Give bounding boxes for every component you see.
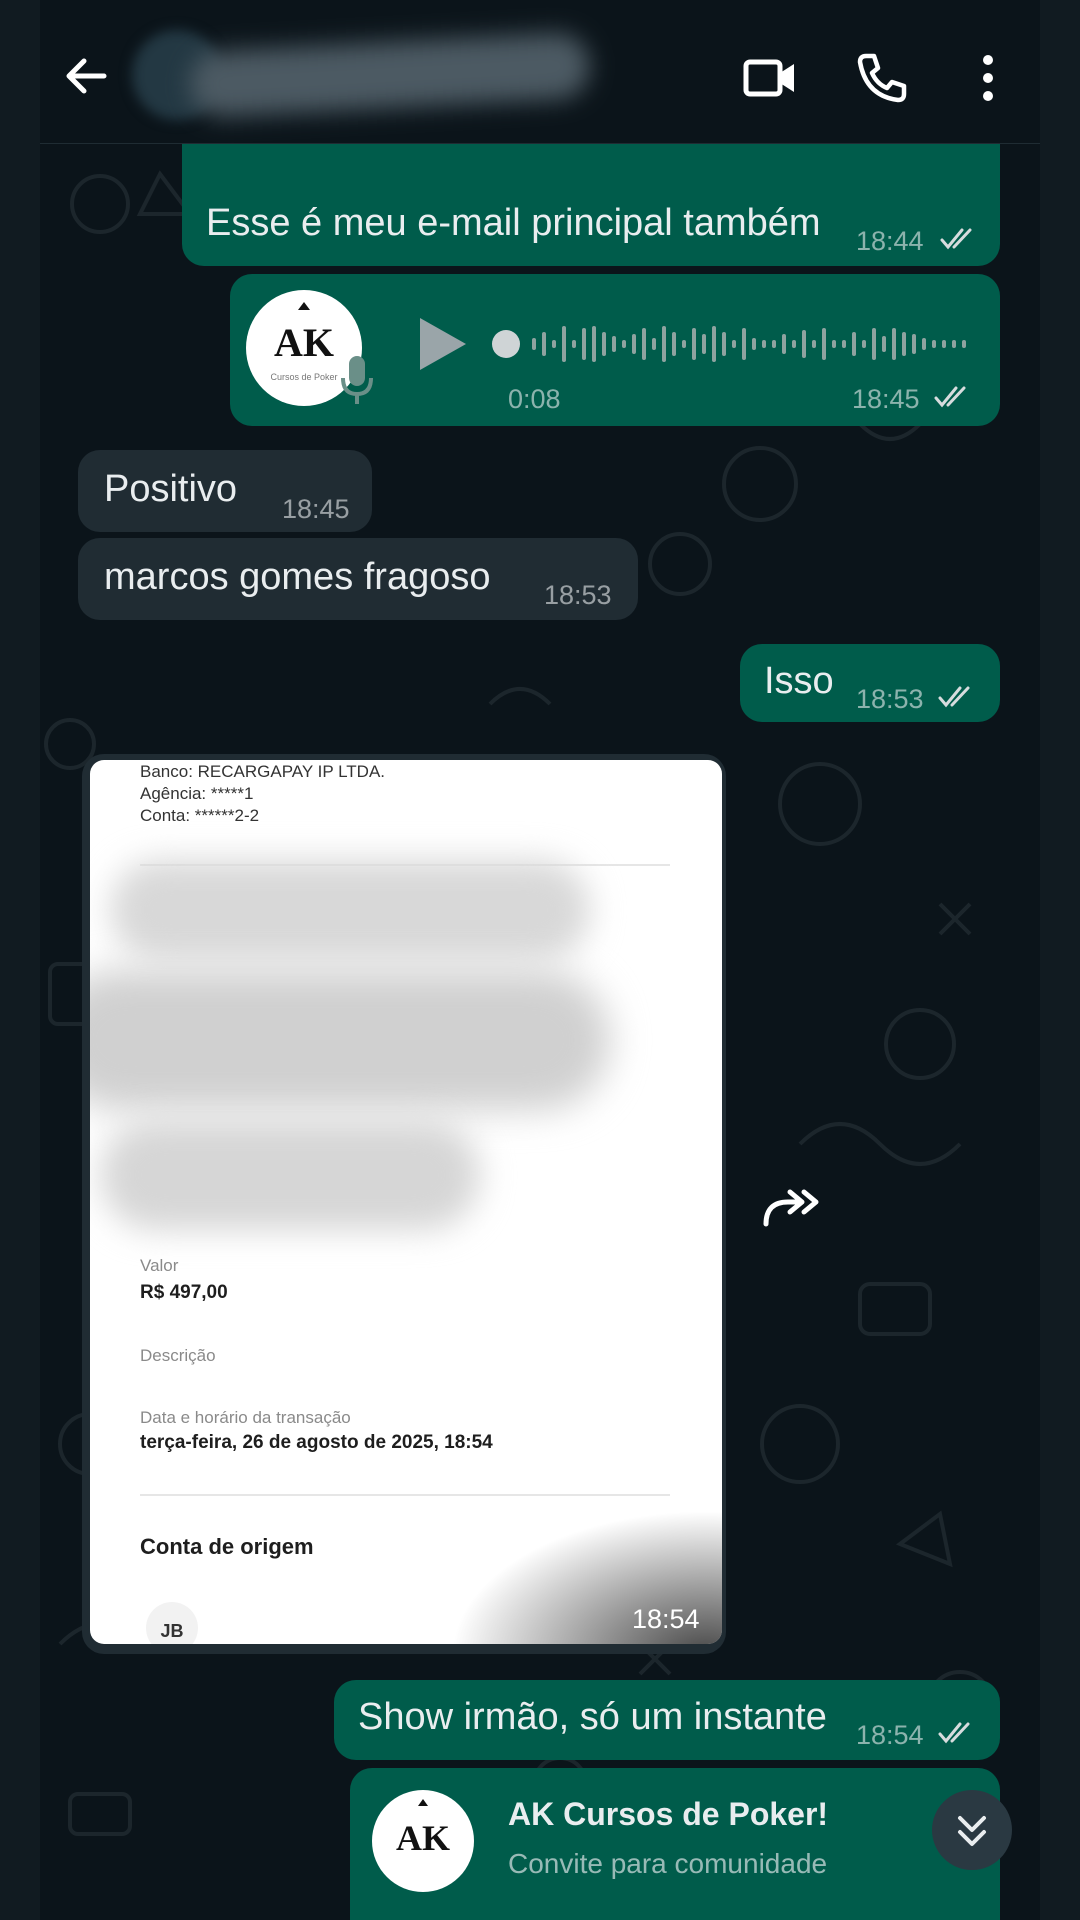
- svg-text:AK: AK: [274, 320, 334, 365]
- receipt-value: R$ 497,00: [140, 1282, 228, 1303]
- double-chevron-down-icon: [958, 1816, 986, 1846]
- message-time: 18:53: [544, 580, 612, 610]
- svg-text:Cursos de Poker: Cursos de Poker: [270, 372, 337, 382]
- left-frame: [0, 0, 40, 1920]
- redacted-area: [100, 1120, 480, 1230]
- message-text: Isso: [764, 660, 834, 702]
- more-options-icon[interactable]: [958, 48, 1018, 108]
- svg-text:AK: AK: [396, 1818, 450, 1858]
- audio-scrubber-handle[interactable]: [492, 330, 520, 358]
- message-time: 18:45: [852, 384, 920, 414]
- receipt-image[interactable]: Banco: RECARGAPAY IP LTDA. Agência: ****…: [90, 760, 722, 1644]
- read-ticks-icon: [940, 228, 972, 250]
- scroll-to-bottom-button[interactable]: [932, 1790, 1012, 1870]
- message-time: 18:45: [282, 494, 350, 524]
- audio-duration: 0:08: [508, 384, 561, 414]
- phone-call-icon[interactable]: [852, 48, 912, 108]
- receipt-value-label: Valor: [140, 1256, 179, 1275]
- read-ticks-icon: [938, 1722, 970, 1744]
- forward-icon[interactable]: [748, 1166, 828, 1246]
- message-time: 18:44: [856, 226, 924, 256]
- message-time: 18:54: [632, 1604, 700, 1634]
- message-time: 18:53: [856, 684, 924, 714]
- redacted-area: [90, 970, 610, 1110]
- chat-header: [40, 0, 1040, 144]
- receipt-agency: Agência: *****1: [140, 784, 254, 803]
- community-subtitle: Convite para comunidade: [508, 1848, 828, 1879]
- read-ticks-icon: [938, 686, 970, 708]
- ak-logo-icon: AK: [396, 1799, 450, 1858]
- play-icon[interactable]: [416, 316, 468, 372]
- receipt-divider: [140, 1494, 670, 1496]
- audio-waveform[interactable]: [528, 320, 968, 368]
- receipt-description-label: Descrição: [140, 1346, 216, 1365]
- video-call-icon[interactable]: [740, 48, 800, 108]
- receipt-datetime-label: Data e horário da transação: [140, 1408, 351, 1427]
- receipt-bank: Banco: RECARGAPAY IP LTDA.: [140, 762, 386, 781]
- receipt-account: Conta: ******2-2: [140, 806, 260, 825]
- community-avatar: AK: [372, 1790, 474, 1892]
- back-arrow-icon[interactable]: [60, 50, 112, 102]
- message-time: 18:54: [856, 1720, 924, 1750]
- redacted-area: [110, 860, 590, 960]
- receipt-datetime: terça-feira, 26 de agosto de 2025, 18:54: [140, 1432, 493, 1453]
- message-text: Esse é meu e-mail principal também: [206, 202, 821, 244]
- message-text: Positivo: [104, 468, 238, 510]
- message-text: marcos gomes fragoso: [104, 556, 491, 598]
- message-text: Show irmão, só um instante: [358, 1696, 827, 1738]
- contact-name[interactable]: [188, 31, 592, 119]
- chat-screen: Esse é meu e-mail principal também 18:44…: [0, 0, 1080, 1920]
- origin-avatar: JB: [146, 1602, 198, 1644]
- read-ticks-icon: [934, 386, 966, 408]
- right-frame: [1040, 0, 1080, 1920]
- receipt-origin-heading: Conta de origem: [140, 1534, 314, 1559]
- community-title: AK Cursos de Poker!: [508, 1796, 829, 1832]
- microphone-icon: [341, 356, 373, 404]
